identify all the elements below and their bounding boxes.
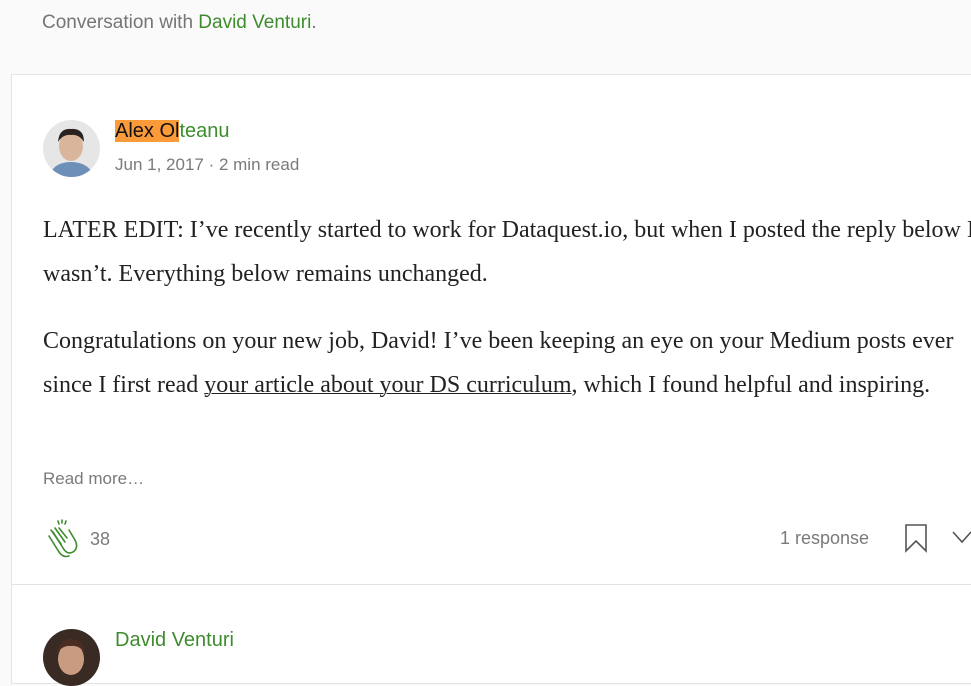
chevron-down-icon[interactable] (951, 529, 971, 550)
reply-card: David Venturi (11, 584, 971, 686)
read-time: 2 min read (218, 155, 300, 174)
conversation-author-link[interactable]: David Venturi (198, 12, 311, 33)
reply-author-link[interactable]: David Venturi (115, 629, 234, 652)
clap-count: 38 (90, 529, 111, 549)
bookmark-icon[interactable] (904, 523, 928, 558)
post-meta: Jun 1, 2017 · 2 min read (115, 155, 300, 174)
post-date[interactable]: Jun 1, 2017 (115, 155, 204, 174)
responses-link[interactable]: 1 response (780, 528, 869, 549)
read-more-link[interactable]: Read more… (43, 469, 144, 489)
avatar[interactable] (43, 120, 100, 177)
response-card: Alex Olteanu Jun 1, 2017 · 2 min read LA… (11, 74, 971, 585)
author-link[interactable]: Alex Olteanu (115, 120, 230, 143)
conversation-header: Conversation with David Venturi. (42, 12, 317, 33)
article-link[interactable]: your article about your DS curriculum (204, 372, 571, 398)
clap-icon[interactable] (41, 518, 81, 563)
paragraph: LATER EDIT: I’ve recently started to wor… (43, 217, 971, 287)
post-body: LATER EDIT: I’ve recently started to wor… (43, 208, 971, 430)
paragraph: Congratulations on your new job, David! … (43, 328, 954, 398)
avatar[interactable] (43, 629, 100, 686)
